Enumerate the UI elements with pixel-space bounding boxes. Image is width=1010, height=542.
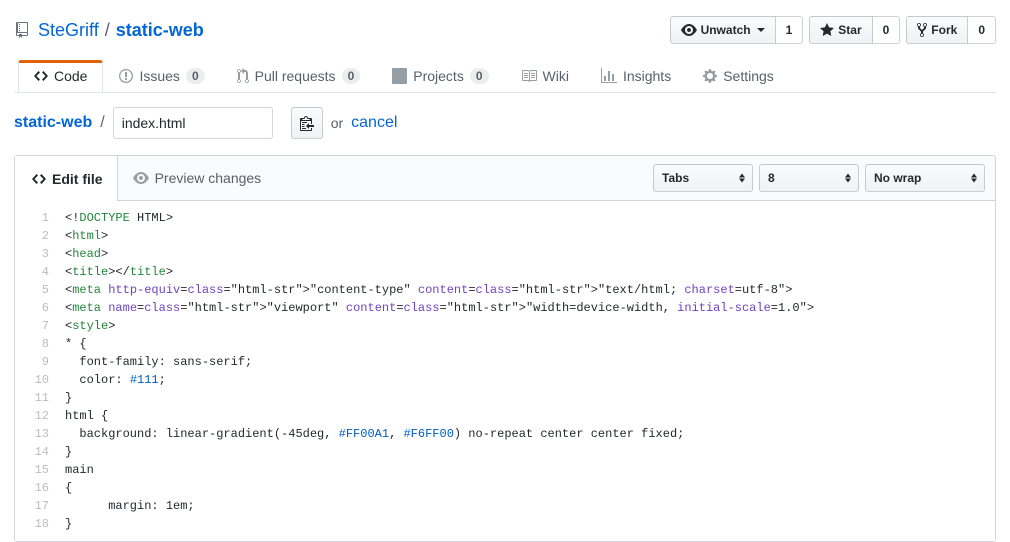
edit-file-label: Edit file bbox=[52, 171, 103, 187]
pagehead-actions: Unwatch 1 Star 0 Fork 0 bbox=[670, 16, 996, 44]
line-numbers: 123456789101112131415161718 bbox=[15, 201, 65, 541]
tab-code-label: Code bbox=[54, 68, 87, 84]
unwatch-button[interactable]: Unwatch bbox=[670, 16, 776, 44]
book-icon bbox=[521, 68, 537, 84]
repo-nav: Code Issues 0 Pull requests 0 Projects 0… bbox=[14, 60, 996, 93]
pull-request-icon bbox=[237, 68, 249, 84]
graph-icon bbox=[601, 68, 617, 84]
tab-issues-label: Issues bbox=[139, 68, 179, 84]
code-icon bbox=[32, 171, 46, 187]
repo-breadcrumb: SteGriff / static-web bbox=[14, 20, 204, 41]
repo-link[interactable]: static-web bbox=[116, 20, 204, 40]
tab-projects[interactable]: Projects 0 bbox=[376, 60, 504, 92]
caret-down-icon bbox=[757, 28, 765, 32]
tab-wiki[interactable]: Wiki bbox=[505, 60, 585, 92]
tab-projects-label: Projects bbox=[413, 68, 464, 84]
tab-insights[interactable]: Insights bbox=[585, 60, 687, 92]
preview-changes-tab[interactable]: Preview changes bbox=[118, 156, 277, 201]
tab-wiki-label: Wiki bbox=[543, 68, 569, 84]
indent-size-select[interactable]: 8 bbox=[759, 164, 859, 192]
issue-icon bbox=[119, 68, 133, 84]
tab-code[interactable]: Code bbox=[18, 60, 103, 92]
fork-icon bbox=[917, 22, 927, 38]
project-icon bbox=[392, 68, 407, 84]
forks-count[interactable]: 0 bbox=[968, 16, 996, 44]
code-content[interactable]: <!DOCTYPE HTML><html><head><title></titl… bbox=[65, 201, 824, 541]
stars-count[interactable]: 0 bbox=[873, 16, 901, 44]
wrap-mode-select[interactable]: No wrap bbox=[865, 164, 985, 192]
filename-input[interactable] bbox=[113, 107, 273, 139]
tab-insights-label: Insights bbox=[623, 68, 671, 84]
editor-box: Edit file Preview changes Tabs 8 No wrap bbox=[14, 155, 996, 542]
tab-pulls[interactable]: Pull requests 0 bbox=[221, 60, 377, 92]
star-button[interactable]: Star bbox=[809, 16, 872, 44]
file-repo-link[interactable]: static-web bbox=[14, 114, 92, 132]
owner-link[interactable]: SteGriff bbox=[38, 20, 99, 41]
cancel-link[interactable]: cancel bbox=[351, 114, 397, 132]
pulls-count: 0 bbox=[342, 68, 361, 84]
eye-icon bbox=[681, 22, 697, 38]
code-icon bbox=[34, 68, 48, 84]
star-icon bbox=[820, 22, 834, 38]
code-editor[interactable]: 123456789101112131415161718 <!DOCTYPE HT… bbox=[15, 201, 995, 541]
issues-count: 0 bbox=[186, 68, 205, 84]
unwatch-label: Unwatch bbox=[701, 24, 751, 36]
preview-changes-label: Preview changes bbox=[155, 170, 262, 186]
edit-file-tab[interactable]: Edit file bbox=[15, 156, 118, 201]
star-label: Star bbox=[838, 24, 861, 36]
tab-pulls-label: Pull requests bbox=[255, 68, 336, 84]
or-text: or bbox=[331, 115, 343, 131]
fork-button[interactable]: Fork bbox=[906, 16, 968, 44]
watchers-count[interactable]: 1 bbox=[776, 16, 804, 44]
tab-settings[interactable]: Settings bbox=[687, 60, 790, 92]
clipboard-icon bbox=[300, 115, 314, 131]
indent-mode-select[interactable]: Tabs bbox=[653, 164, 753, 192]
fork-label: Fork bbox=[931, 24, 957, 36]
tab-issues[interactable]: Issues 0 bbox=[103, 60, 220, 92]
gear-icon bbox=[703, 68, 717, 84]
eye-icon bbox=[133, 170, 149, 186]
projects-count: 0 bbox=[470, 68, 489, 84]
copy-path-button[interactable] bbox=[291, 107, 323, 139]
tab-settings-label: Settings bbox=[723, 68, 774, 84]
file-path-row: static-web / or cancel bbox=[14, 107, 996, 139]
repo-icon bbox=[14, 22, 30, 38]
